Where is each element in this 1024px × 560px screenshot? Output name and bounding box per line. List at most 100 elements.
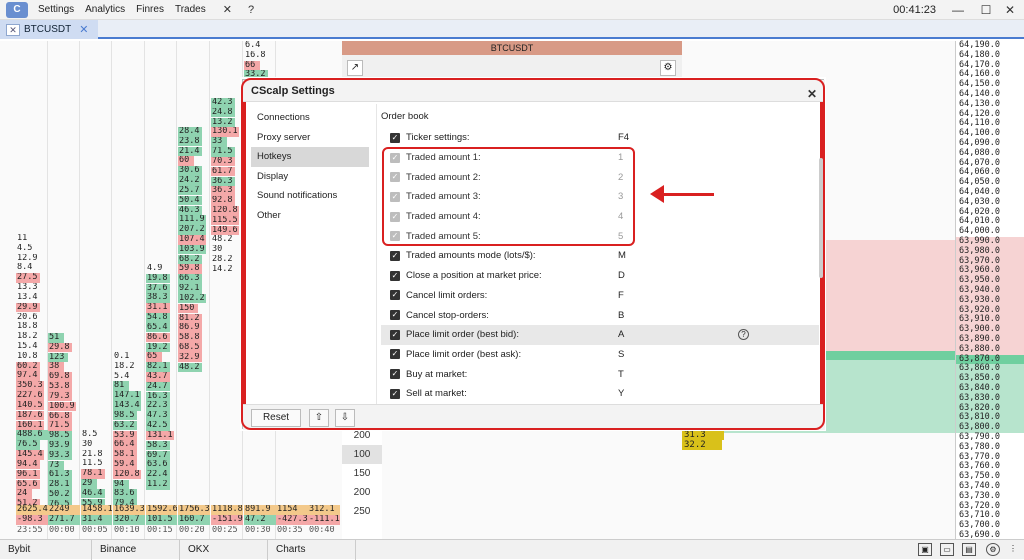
reset-button[interactable]: Reset [251,409,301,427]
hotkey-row[interactable]: ✓ Sell at market: Y [381,384,819,404]
layout-icon[interactable]: ▤ [962,543,976,556]
nav-other[interactable]: Other [251,206,369,226]
cluster-cell: 207.2 [178,225,206,235]
menu-analytics[interactable]: Analytics [85,4,125,15]
screenshot-icon[interactable]: ▣ [918,543,932,556]
cluster-cell: 94 [113,479,129,490]
cluster-cell: 24.2 [178,176,202,186]
hotkey-row[interactable]: ✓ Ticker settings: F4 [381,128,819,148]
cluster-total: 1639.3 [113,505,145,515]
amount-item[interactable]: 250 [342,502,382,521]
menu-trades[interactable]: Trades [175,4,206,15]
menu-finres[interactable]: Finres [136,4,164,15]
cluster-cell: 131.1 [146,430,174,441]
hotkey-checkbox[interactable]: ✓ [390,250,400,261]
exchange-tab-okx[interactable]: OKX [180,540,268,560]
cluster-cell: 36.3 [211,186,235,196]
tab-charts[interactable]: Charts [268,540,356,560]
dialog-title-text: CScalp Settings [251,85,335,97]
cluster-total: 160.7 [178,515,210,525]
chart-toggle-icon[interactable]: ↗ [347,60,363,76]
hotkey-key[interactable]: B [618,310,638,321]
cluster-cell: 61.3 [48,470,72,480]
cluster-cell: 81 [113,381,129,391]
cluster-cell: 100.9 [48,401,76,412]
gear-icon[interactable]: ⚙ [660,60,676,76]
time-label: 00:40 [309,526,335,535]
hotkey-key[interactable]: T [618,369,638,380]
settings-nav: Connections Proxy server Hotkeys Display… [251,108,369,225]
cluster-cell: 46.4 [81,488,105,499]
hotkey-key[interactable]: F [618,290,638,301]
cluster-cell: 48.2 [178,362,202,373]
cluster-total: 1154 [276,505,308,515]
hotkey-key[interactable]: A [618,329,638,340]
cluster-cell: 66 [244,60,260,71]
hotkey-key[interactable]: Y [618,388,638,399]
hotkey-checkbox[interactable]: ✓ [390,310,400,321]
cluster-cell: 29 [81,479,97,489]
cluster-cell: 48.2 [212,235,233,245]
close-icon[interactable]: ✕ [807,83,817,105]
cluster-total: 2625.4 [16,505,48,515]
hotkey-row[interactable]: ✓ Cancel limit orders: F [381,286,819,306]
hotkey-key[interactable]: F4 [618,132,638,143]
dialog-footer: Reset ⇧ ⇩ [243,404,825,430]
amount-item[interactable]: 200 [342,483,382,502]
nav-sound-notifications[interactable]: Sound notifications [251,186,369,206]
cluster-cell: 86.9 [178,323,202,333]
export-icon[interactable]: ⇧ [309,409,329,427]
cluster-cell: 13.4 [17,292,38,302]
menu-settings[interactable]: Settings [38,4,74,15]
hotkey-row[interactable]: ✓ Close a position at market price: D [381,266,819,286]
hotkey-checkbox[interactable]: ✓ [390,132,400,143]
hotkey-checkbox[interactable]: ✓ [390,290,400,301]
hotkey-checkbox[interactable]: ✓ [390,329,400,340]
exchange-tab-bybit[interactable]: Bybit [0,540,92,560]
ticker-icon: ✕ [6,23,20,36]
cluster-cell: 83.6 [113,489,137,499]
help-icon[interactable]: ? [248,4,254,16]
hotkey-checkbox[interactable]: ✓ [390,369,400,380]
grid-icon[interactable]: ⋮ [1006,543,1020,556]
hotkey-checkbox[interactable]: ✓ [390,349,400,360]
maximize-icon[interactable]: ☐ [978,2,994,18]
hotkey-checkbox[interactable]: ✓ [390,388,400,399]
cluster-cell: 71.5 [48,421,72,431]
help-icon[interactable]: ? [738,328,749,340]
close-window-icon[interactable]: ✕ [1002,2,1018,18]
hotkey-checkbox[interactable]: ✓ [390,270,400,281]
cluster-cell: 66.8 [48,411,72,422]
hotkey-row[interactable]: ✓ Traded amounts mode (lots/$): M [381,246,819,266]
cluster-cell: 66.4 [113,440,137,450]
status-bar: Bybit Binance OKX Charts ▣ ▭ ▤ ⚙ ⋮ [0,539,1024,560]
hotkey-row[interactable]: ✓ Buy at market: T [381,364,819,384]
cluster-cell: 5.4 [114,371,130,381]
hotkey-key[interactable]: M [618,250,638,261]
hotkey-key[interactable]: D [618,270,638,281]
settings-icon[interactable]: ⚙ [986,543,1000,556]
time-label: 23:55 [17,526,43,535]
notification-off-icon[interactable]: ✕ [223,3,232,16]
exchange-tab-binance[interactable]: Binance [92,540,180,560]
window-icon[interactable]: ▭ [940,543,954,556]
cluster-cell: 187.6 [16,410,44,421]
import-icon[interactable]: ⇩ [335,409,355,427]
hotkey-row[interactable]: ✓ Place limit order (best ask): S [381,345,819,365]
amount-item[interactable]: 100 [342,445,382,464]
nav-display[interactable]: Display [251,167,369,187]
scrollbar[interactable] [819,158,823,278]
cluster-cell: 107.4 [178,235,206,245]
cluster-cell: 66.3 [178,274,202,284]
nav-proxy-server[interactable]: Proxy server [251,128,369,148]
amount-item[interactable]: 150 [342,464,382,483]
nav-hotkeys[interactable]: Hotkeys [251,147,369,167]
hotkey-key[interactable]: S [618,349,638,360]
minimize-icon[interactable]: — [950,2,966,18]
hotkey-row[interactable]: ✓ Cancel stop-orders: B [381,305,819,325]
nav-connections[interactable]: Connections [251,108,369,128]
hotkey-row[interactable]: ✓ Place limit order (best bid): A? [381,324,819,345]
close-tab-icon[interactable]: ✕ [79,23,88,36]
tab-btcusdt[interactable]: ✕ BTCUSDT ✕ [0,20,98,39]
cluster-total: -151.9 [211,515,243,525]
